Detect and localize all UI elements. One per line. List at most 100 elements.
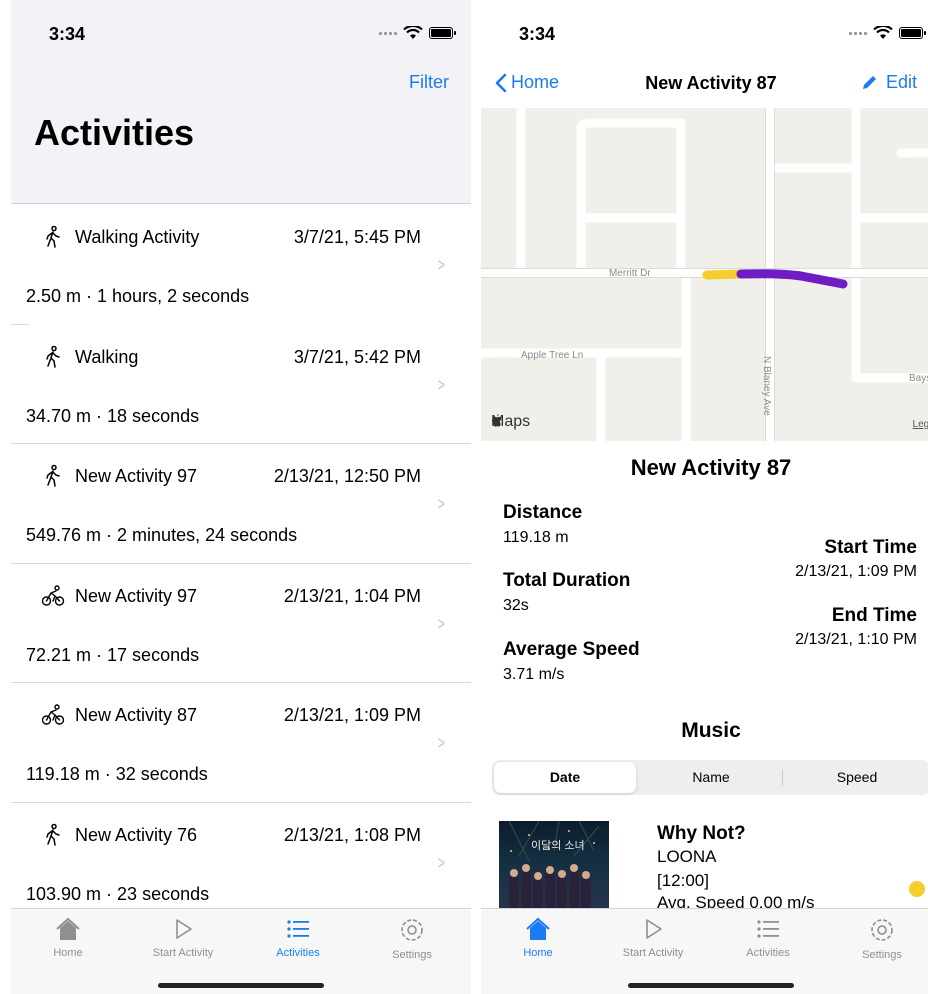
activity-details: 72.21 m · 17 seconds [26, 644, 200, 665]
status-bar: 3:34 [11, 0, 471, 60]
distance-label: Distance [503, 502, 583, 523]
cellular-signal-icon [379, 31, 397, 35]
walking-icon [46, 225, 60, 248]
sort-option-name[interactable]: Name [640, 762, 782, 793]
house-icon [526, 917, 550, 940]
route-map[interactable]: Merritt Dr Apple Tree Ln N Blaney Ave Ba… [481, 108, 928, 441]
activity-details: 549.76 m · 2 minutes, 24 seconds [26, 525, 298, 545]
pencil-icon [862, 75, 876, 89]
chevron-right-icon: > [438, 852, 446, 873]
home-indicator[interactable] [628, 983, 794, 988]
tab-label: Activities [746, 947, 790, 959]
end-time-value: 2/13/21, 1:10 PM [795, 631, 917, 648]
gear-icon [871, 919, 893, 941]
play-icon [646, 919, 662, 939]
activity-list: Walking Activity 3/7/21, 5:45 PM > 2.50 … [11, 205, 471, 922]
activity-date: 2/13/21, 12:50 PM [273, 466, 421, 486]
play-icon [176, 919, 192, 939]
album-art: 이달의 소녀 [499, 821, 609, 921]
activity-row[interactable]: New Activity 97 2/13/21, 12:50 PM > 549.… [11, 444, 471, 564]
walking-icon [46, 464, 60, 487]
edit-button[interactable]: Edit [860, 72, 917, 93]
battery-icon [429, 27, 456, 39]
album-art-caption: 이달의 소녀 [531, 840, 585, 852]
list-icon [287, 920, 309, 938]
wifi-icon [873, 26, 893, 39]
tab-activities[interactable]: Activities [248, 917, 348, 959]
chevron-right-icon: > [438, 255, 446, 275]
tab-activities[interactable]: Activities [718, 917, 818, 959]
speed-label: Average Speed [503, 639, 640, 660]
chevron-right-icon: > [438, 374, 446, 395]
sort-option-speed[interactable]: Speed [786, 762, 928, 793]
activity-detail-screen: 3:34 Home New Activity 87 Edit Merritt D… [481, 0, 928, 994]
activity-name: Walking Activity [75, 227, 200, 247]
sort-option-date[interactable]: Date [494, 762, 636, 793]
activity-row[interactable]: New Activity 97 2/13/21, 1:04 PM > 72.21… [11, 564, 471, 683]
street-label: Apple Tree Ln [521, 350, 583, 361]
activity-date: 2/13/21, 1:04 PM [283, 585, 421, 606]
gear-icon [401, 919, 423, 941]
start-time-label: Start Time [824, 537, 917, 558]
duration-label: Total Duration [503, 570, 631, 591]
segment-divider [782, 770, 783, 786]
tab-label: Settings [862, 949, 902, 961]
edit-label: Edit [885, 72, 917, 92]
activity-name: New Activity 97 [75, 585, 198, 606]
status-bar: 3:34 [481, 0, 928, 60]
tab-bar: Home Start Activity Activities Settings [481, 908, 928, 994]
street-label: Bays [909, 373, 928, 384]
wifi-icon [403, 26, 423, 39]
tab-start-activity[interactable]: Start Activity [603, 917, 703, 959]
tab-home[interactable]: Home [18, 917, 118, 959]
tab-settings[interactable]: Settings [362, 917, 462, 961]
chevron-right-icon: > [438, 494, 446, 514]
activity-title: New Activity 87 [630, 455, 792, 480]
activity-row[interactable]: New Activity 87 2/13/21, 1:09 PM > 119.1… [11, 683, 471, 803]
activity-name: New Activity 87 [75, 705, 198, 725]
activity-date: 2/13/21, 1:08 PM [283, 824, 421, 845]
chevron-right-icon: > [438, 613, 446, 634]
start-time-value: 2/13/21, 1:09 PM [795, 563, 917, 580]
album-art-image [508, 821, 600, 921]
walking-icon [46, 823, 60, 846]
speed-value: 3.71 m/s [503, 666, 565, 683]
tab-bar: Home Start Activity Activities Settings [11, 908, 471, 994]
activity-row[interactable]: New Activity 76 2/13/21, 1:08 PM > 103.9… [11, 803, 471, 923]
end-time-label: End Time [831, 605, 917, 626]
activity-row[interactable]: Walking Activity 3/7/21, 5:45 PM > 2.50 … [11, 205, 471, 325]
activity-name: New Activity 76 [75, 824, 198, 845]
activity-name: New Activity 97 [75, 466, 198, 486]
filter-button[interactable]: Filter [409, 72, 449, 93]
tab-label: Home [53, 947, 83, 959]
activity-row[interactable]: Walking 3/7/21, 5:42 PM > 34.70 m · 18 s… [11, 325, 471, 444]
home-indicator[interactable] [158, 983, 324, 988]
activity-date: 3/7/21, 5:42 PM [293, 346, 421, 367]
tab-settings[interactable]: Settings [832, 917, 928, 961]
song-artist: LOONA [657, 847, 717, 866]
distance-value: 119.18 m [503, 529, 569, 546]
cellular-signal-icon [849, 31, 867, 35]
tab-label: Start Activity [622, 947, 684, 959]
legal-link[interactable]: Legal [913, 419, 928, 430]
activities-screen: 3:34 Filter Activities Walking Activity … [11, 0, 471, 994]
tab-label: Settings [392, 949, 432, 961]
street-label: N Blaney Ave [761, 356, 772, 416]
duration-value: 32s [503, 597, 529, 614]
activity-details: 34.70 m · 18 seconds [26, 405, 200, 426]
tab-start-activity[interactable]: Start Activity [133, 917, 233, 959]
cycling-icon [41, 704, 65, 725]
apple-logo-icon [492, 414, 502, 427]
activity-name: Walking [75, 346, 139, 367]
map-canvas: Merritt Dr Apple Tree Ln N Blaney Ave Ba… [481, 108, 928, 441]
tab-home[interactable]: Home [488, 917, 588, 959]
activities-header: 3:34 Filter Activities [11, 0, 471, 204]
activity-date: 2/13/21, 1:09 PM [283, 705, 421, 725]
song-color-dot [909, 881, 925, 897]
navigation-bar: Home New Activity 87 Edit [481, 60, 928, 108]
cycling-icon [41, 584, 65, 606]
list-icon [757, 920, 779, 938]
status-time: 3:34 [519, 24, 556, 44]
sort-segmented-control: Date Name Speed [492, 760, 928, 795]
music-section-title: Music [681, 719, 741, 742]
